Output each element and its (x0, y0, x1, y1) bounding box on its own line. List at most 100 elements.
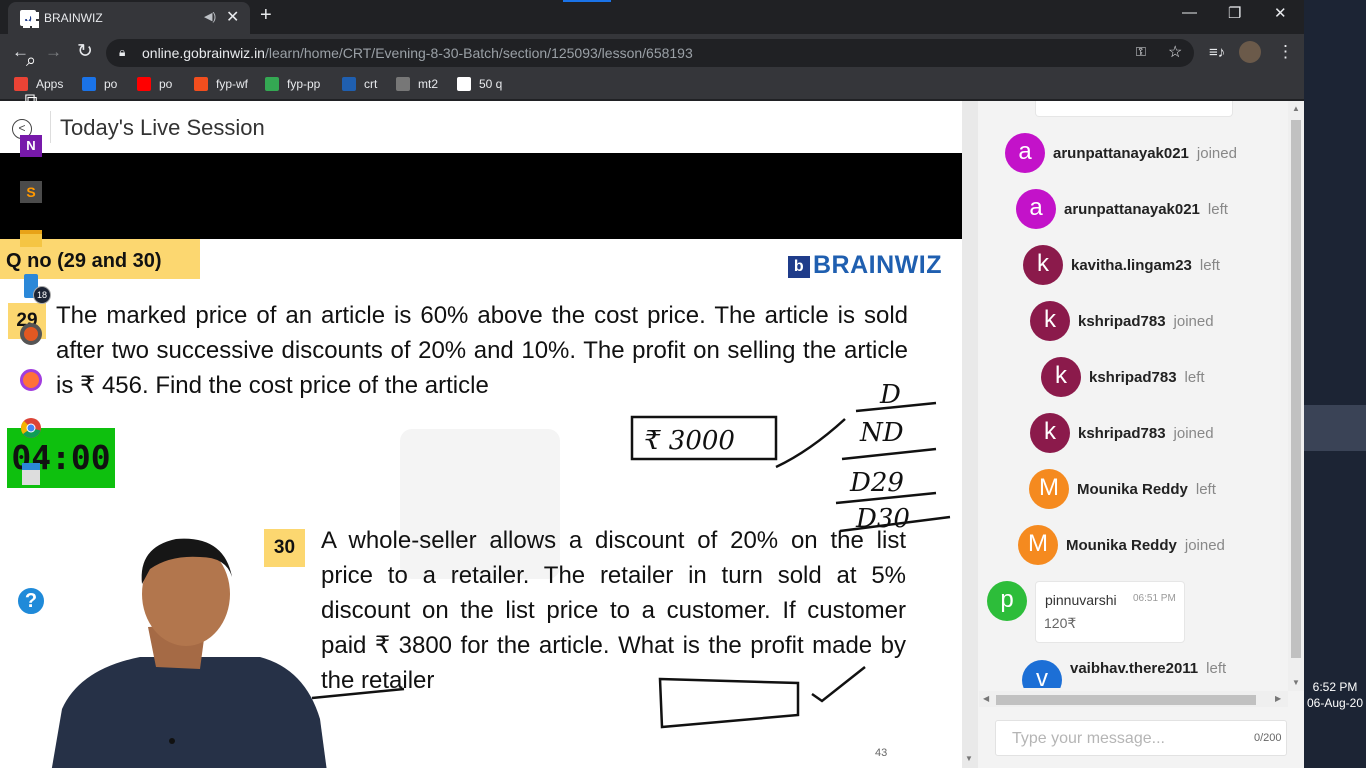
input-placeholder: Type your message... (1012, 730, 1165, 747)
event-action: left (1206, 660, 1227, 677)
media-player-icon[interactable] (15, 318, 47, 350)
more-menu-icon[interactable]: ⋮ (1277, 42, 1294, 62)
presenter-webcam (51, 538, 327, 768)
avatar: M (1029, 469, 1069, 509)
chat-event: a arunpattanayak021 joined (1005, 133, 1237, 173)
event-action: left (1195, 480, 1216, 498)
youtube-icon (137, 77, 151, 91)
slide: Q no (29 and 30) b BRAINWIZ 29 The marked… (0, 239, 962, 768)
windows-start-icon[interactable] (15, 4, 47, 36)
message-time: 06:51 PM (1133, 593, 1176, 604)
onenote-icon[interactable]: N (15, 130, 47, 162)
phone-app-icon[interactable]: 18 (15, 270, 51, 304)
chat-scroll-thumb[interactable] (1291, 120, 1301, 658)
task-view-icon[interactable]: ⧉ (15, 84, 47, 116)
lock-icon: 🔒︎ (119, 45, 126, 59)
notification-center-icon[interactable]: ▢ (15, 726, 47, 758)
bookmark-item[interactable]: po (137, 77, 172, 91)
chat-gutter (962, 101, 978, 768)
avatar: a (1016, 189, 1056, 229)
event-action: joined (1173, 312, 1214, 330)
bookmark-item[interactable]: crt (342, 77, 377, 91)
event-action: left (1207, 200, 1228, 218)
page-header: < Today's Live Session (0, 101, 962, 153)
event-username: kshripad783 (1089, 368, 1177, 386)
event-username: Mounika Reddy (1077, 480, 1188, 498)
battery-wifi-icon[interactable]: ▭ ≋ (15, 640, 47, 672)
address-bar[interactable]: 🔒︎ online.gobrainwiz.in/learn/home/CRT/E… (106, 39, 1194, 67)
bookmark-item[interactable]: fyp-wf (194, 77, 248, 91)
chat-event: k kshripad783 left (1041, 357, 1205, 397)
chat-event: M Mounika Reddy joined (1018, 525, 1225, 565)
sublime-icon[interactable]: S (15, 176, 47, 208)
avatar: v (1022, 660, 1062, 688)
chat-event: M Mounika Reddy left (1029, 469, 1216, 509)
scroll-left-icon[interactable]: ◀ (983, 694, 989, 703)
chrome-icon[interactable] (15, 412, 47, 444)
chat-hscroll-thumb[interactable] (996, 695, 1256, 705)
bookmark-item[interactable]: fyp-pp (265, 77, 320, 91)
profile-avatar[interactable] (1239, 41, 1261, 63)
lesson-page: < Today's Live Session Q no (29 and 30) … (0, 101, 962, 768)
event-username: arunpattanayak021 (1053, 144, 1189, 162)
scroll-up-icon[interactable]: ▲ (1292, 104, 1300, 113)
avatar: M (1018, 525, 1058, 565)
figma-icon (194, 77, 208, 91)
event-username: kshripad783 (1078, 424, 1166, 442)
video-player[interactable]: Q no (29 and 30) b BRAINWIZ 29 The marked… (0, 153, 962, 768)
presenter-shirt (51, 657, 327, 768)
notification-badge: 18 (33, 286, 51, 304)
help-icon[interactable]: ? (15, 585, 47, 617)
event-username: vaibhav.there2011 (1070, 660, 1199, 677)
page-title: Today's Live Session (60, 115, 265, 140)
minimize-icon[interactable]: — (1182, 4, 1197, 21)
clock-date: 06-Aug-20 (1306, 696, 1364, 710)
event-action: joined (1173, 424, 1214, 442)
bookmark-item[interactable]: 50 q (457, 77, 502, 91)
chat-message-input[interactable]: Type your message... 0/200 (995, 720, 1287, 756)
new-tab-plus-icon[interactable]: + (260, 4, 272, 27)
url-host: online.gobrainwiz.in (142, 45, 265, 61)
event-action: left (1184, 368, 1205, 386)
event-username: Mounika Reddy (1066, 536, 1177, 554)
message-text: 120₹ (1044, 615, 1077, 631)
bookmark-label: crt (364, 77, 378, 91)
close-window-icon[interactable]: ✕ (1274, 4, 1287, 22)
system-clock[interactable]: 6:52 PM 06-Aug-20 (1304, 679, 1366, 711)
bookmark-label: mt2 (418, 77, 439, 91)
close-tab-icon[interactable]: ✕ (226, 7, 239, 27)
previous-message-bubble (1035, 101, 1233, 117)
media-queue-icon[interactable]: ≡♪ (1209, 44, 1225, 61)
bookmark-star-icon[interactable]: ☆ (1168, 42, 1182, 62)
calculator-icon[interactable] (15, 458, 47, 490)
bookmark-item[interactable]: po (82, 77, 117, 91)
cc-icon (396, 77, 410, 91)
chat-event: k kshripad783 joined (1030, 413, 1214, 453)
forward-arrow-icon[interactable]: → (45, 42, 62, 62)
search-icon[interactable]: ⌕ (15, 44, 47, 76)
scroll-down-icon[interactable]: ▼ (1292, 678, 1300, 687)
panel-scroll-down-icon[interactable]: ▼ (965, 754, 973, 763)
avatar: k (1030, 301, 1070, 341)
bookmark-label: fyp-pp (287, 77, 321, 91)
avatar: p (987, 581, 1027, 621)
chat-message: pinnuvarshi 06:51 PM 120₹ (1035, 581, 1185, 643)
globe-icon (457, 77, 471, 91)
bookmark-label: po (159, 77, 173, 91)
po-icon (82, 77, 96, 91)
reload-icon[interactable]: ↻ (77, 40, 93, 63)
event-username: kavitha.lingam23 (1071, 256, 1192, 274)
avatar: k (1030, 413, 1070, 453)
tab-strip-highlight (563, 0, 611, 2)
firefox-icon[interactable] (15, 364, 47, 396)
url-text: online.gobrainwiz.in/learn/home/CRT/Even… (142, 45, 693, 61)
file-explorer-icon[interactable] (15, 222, 47, 254)
speaker-icon[interactable]: ◀) (204, 10, 216, 23)
scroll-right-icon[interactable]: ▶ (1275, 694, 1281, 703)
presenter-mic (169, 738, 175, 744)
restore-icon[interactable]: ❐ (1228, 4, 1241, 22)
windows-taskbar (1304, 0, 1366, 768)
key-icon[interactable]: ⚿ (1136, 44, 1146, 60)
bookmark-item[interactable]: mt2 (396, 77, 438, 91)
bookmark-label: fyp-wf (216, 77, 249, 91)
